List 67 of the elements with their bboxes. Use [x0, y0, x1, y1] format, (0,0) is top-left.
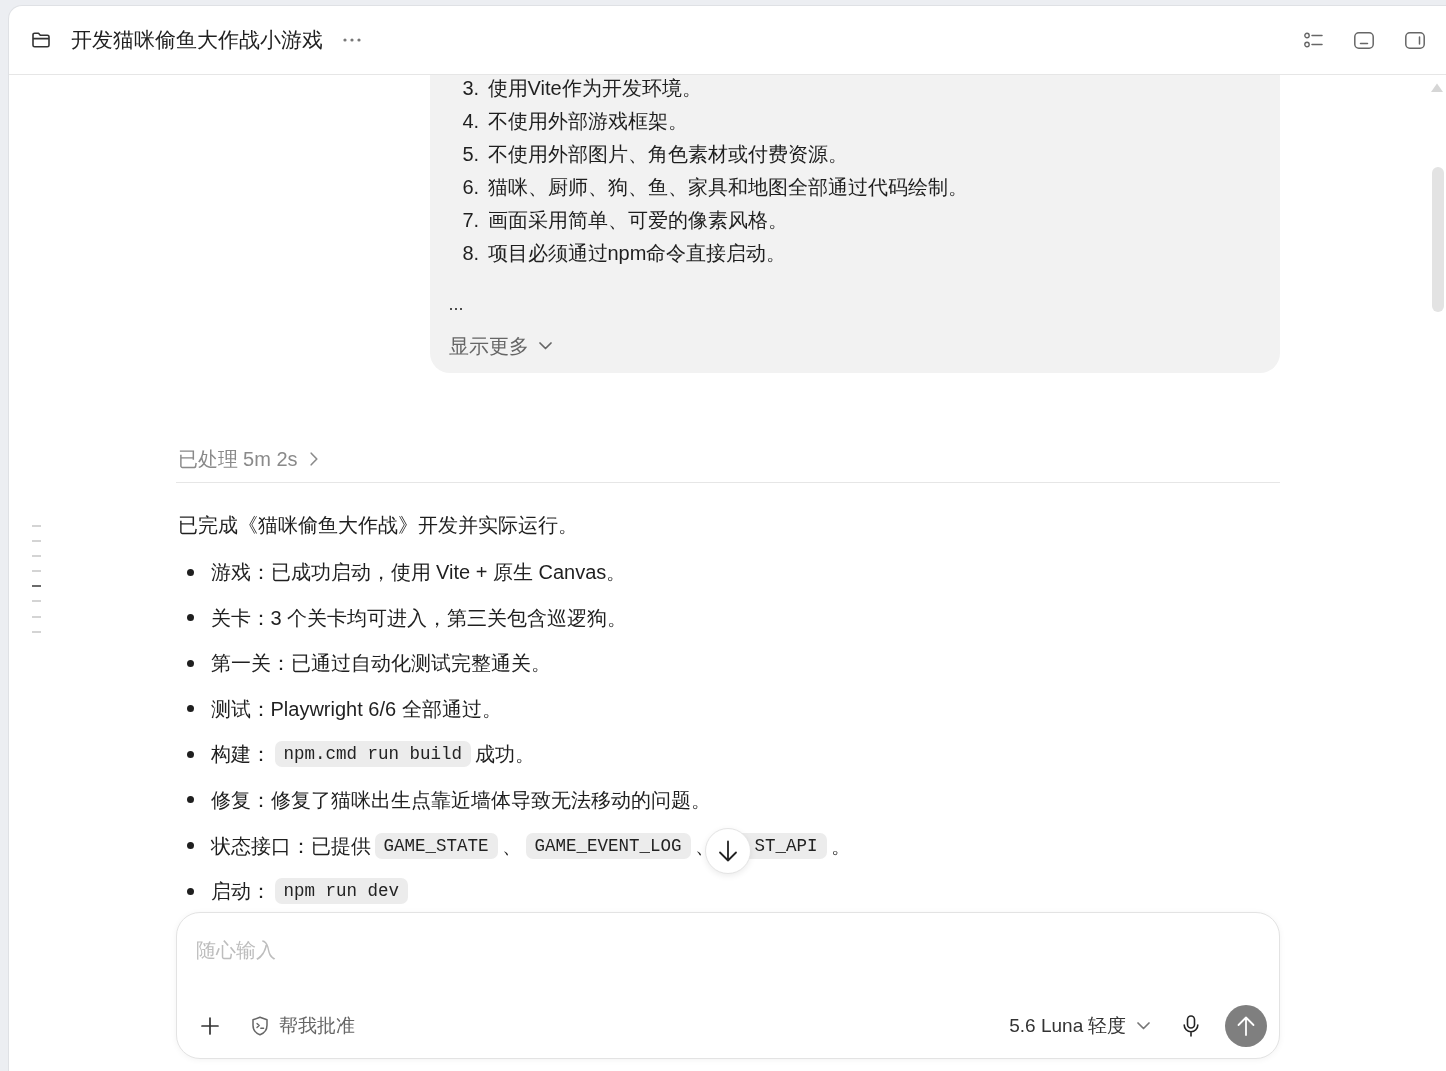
microphone-icon[interactable]: [1182, 1015, 1199, 1037]
list-item-text: 使用Vite作为开发环境。: [487, 75, 702, 101]
bullet-text: 构建：: [210, 742, 271, 768]
bullet-icon: [186, 614, 194, 622]
inline-code: GAME_EVENT_LOG: [525, 832, 691, 859]
outline-marker[interactable]: [32, 540, 41, 543]
truncation-ellipsis: ...: [448, 293, 464, 316]
folder-icon: [32, 32, 50, 48]
outline-marker[interactable]: [32, 570, 41, 573]
outline-marker[interactable]: [32, 630, 41, 633]
model-selector[interactable]: 5.6 Luna 轻度: [1009, 1013, 1150, 1039]
list-number: 8.: [462, 240, 481, 266]
panel-bottom-icon[interactable]: [1354, 31, 1374, 49]
inline-code: GAME_STATE: [374, 832, 498, 859]
list-number: 5.: [462, 141, 481, 167]
bullet-icon: [186, 750, 194, 758]
shield-icon: [250, 1016, 269, 1036]
outline-marker[interactable]: [32, 615, 41, 618]
outline-marker[interactable]: [32, 525, 41, 527]
chevron-down-icon: [538, 342, 552, 350]
list-item-text: 不使用外部游戏框架。: [487, 108, 688, 134]
bullet-icon: [186, 887, 194, 895]
outline-marker[interactable]: [32, 600, 41, 603]
bullet-text: 、: [501, 833, 522, 859]
list-item-text: 不使用外部图片、角色素材或付费资源。: [487, 141, 848, 167]
bullet-text: 状态接口：已提供: [210, 833, 371, 859]
outline-marker[interactable]: [32, 585, 41, 588]
outline-marker[interactable]: [32, 555, 41, 558]
panel-right-icon[interactable]: [1405, 31, 1425, 49]
approve-button[interactable]: 帮我批准: [250, 1013, 355, 1039]
conversation-title: 开发猫咪偷鱼大作战小游戏: [71, 27, 323, 53]
list-item-text: 项目必须通过npm命令直接启动。: [487, 240, 787, 266]
bullet-text: 成功。: [475, 742, 536, 768]
scroll-down-button[interactable]: [704, 828, 751, 874]
reply-intro: 已完成《猫咪偷鱼大作战》开发并实际运行。: [177, 513, 578, 538]
arrow-down-icon: [717, 840, 738, 862]
bullet-icon: [186, 705, 194, 713]
chevron-down-icon: [1136, 1022, 1150, 1030]
list-icon[interactable]: [1304, 32, 1323, 48]
bullet-text: 修复：修复了猫咪出生点靠近墙体导致无法移动的问题。: [210, 787, 711, 813]
bullet-text: 、: [694, 833, 715, 859]
list-number: 3.: [462, 75, 481, 101]
list-number: 6.: [462, 174, 481, 200]
bullet-text: 启动：: [210, 879, 271, 905]
bullet-text: 测试：Playwright 6/6 全部通过。: [210, 696, 502, 722]
bullet-icon: [186, 568, 194, 576]
bullet-icon: [186, 842, 194, 850]
list-item-text: 画面采用简单、可爱的像素风格。: [487, 207, 788, 233]
bullet-icon: [186, 796, 194, 804]
send-button[interactable]: [1224, 1005, 1267, 1047]
bullet-text: 第一关：已通过自动化测试完整通关。: [210, 651, 551, 677]
bullet-text: 。: [830, 833, 851, 859]
bullet-text: 关卡：3 个关卡均可进入，第三关包含巡逻狗。: [210, 605, 628, 631]
bullet-icon: [186, 659, 194, 667]
processed-toggle[interactable]: 已处理 5m 2s: [175, 446, 318, 472]
list-item-text: 猫咪、厨师、狗、鱼、家具和地图全部通过代码绘制。: [487, 174, 968, 200]
message-input[interactable]: 随心输入: [195, 933, 616, 967]
arrow-up-icon: [1236, 1016, 1255, 1036]
plus-icon[interactable]: [200, 1017, 219, 1035]
more-icon[interactable]: [343, 38, 361, 42]
bullet-text: 游戏：已成功启动，使用 Vite + 原生 Canvas。: [210, 560, 627, 585]
list-number: 7.: [462, 207, 481, 233]
inline-code: npm run dev: [274, 878, 409, 905]
show-more-button[interactable]: 显示更多: [448, 332, 552, 360]
scrollbar-thumb[interactable]: [1432, 167, 1444, 312]
list-number: 4.: [462, 108, 481, 134]
inline-code: npm.cmd run build: [274, 741, 472, 768]
